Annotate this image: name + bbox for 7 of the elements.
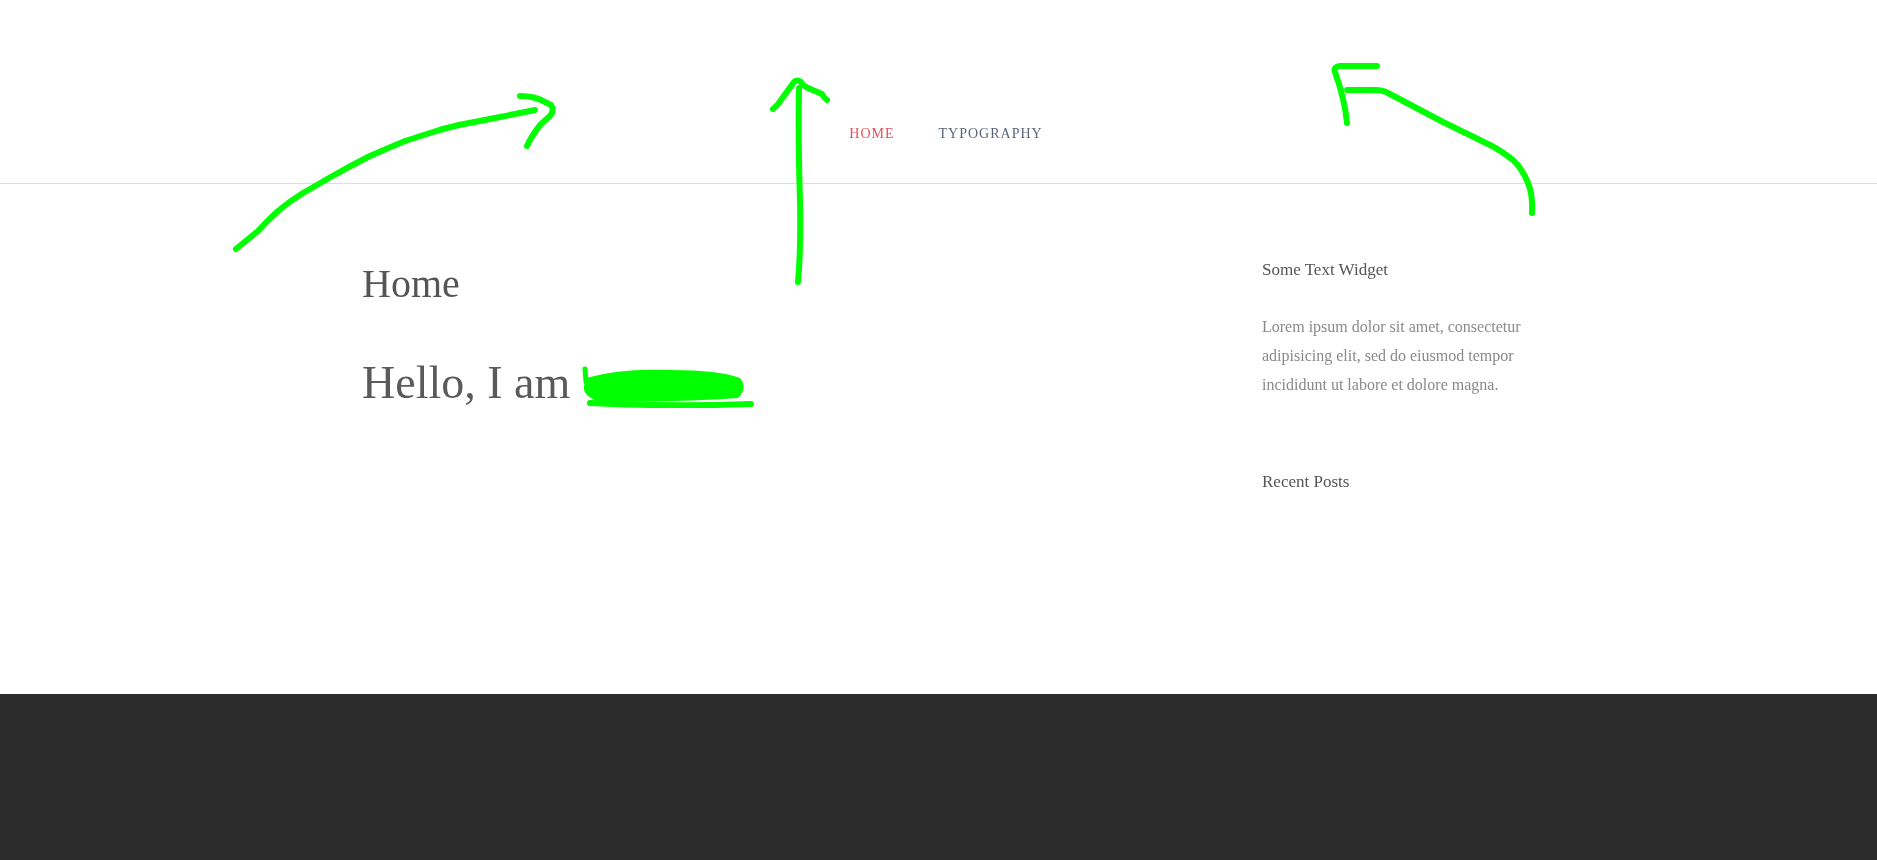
widget-title: Some Text Widget: [1262, 259, 1389, 281]
widget-title: Recent Posts: [1262, 471, 1351, 493]
nav-link[interactable]: HOME: [849, 124, 895, 144]
intro-heading: Hello, I am: [362, 356, 571, 410]
page-title: Home: [362, 261, 460, 307]
nav-link[interactable]: TYPOGRAPHY: [938, 124, 1043, 144]
widget-text: Lorem ipsum dolor sit amet, consectetur adipisicing elit, sed do eiusmod tempor incididunt ut labore et dolore magna.: [1262, 317, 1522, 396]
